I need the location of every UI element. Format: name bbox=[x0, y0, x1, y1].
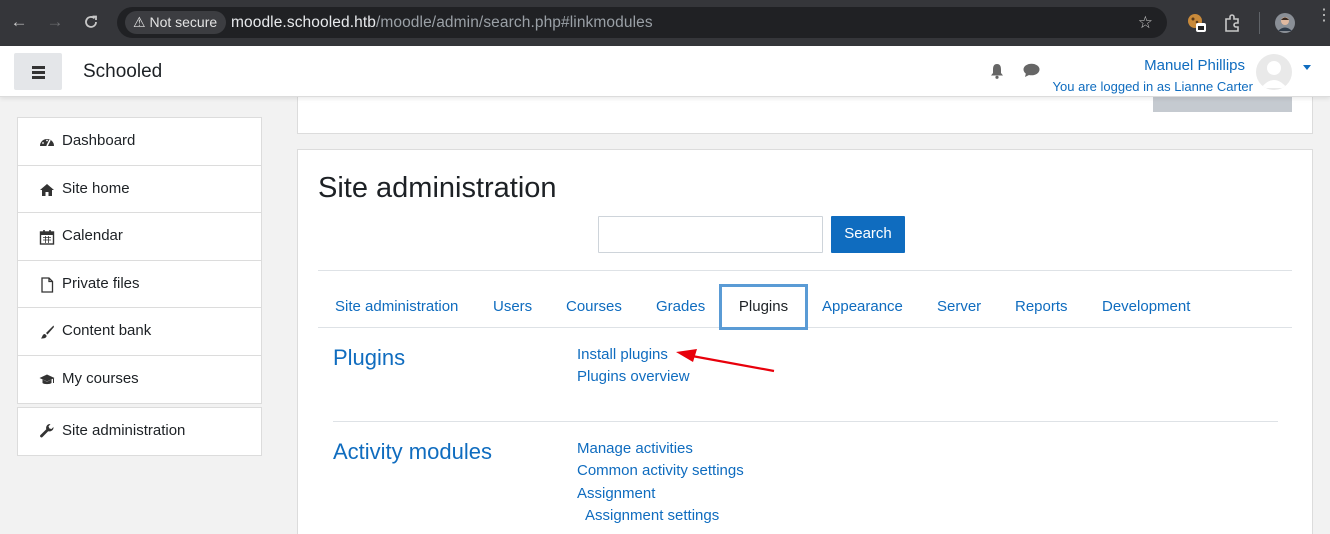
bookmark-star-icon[interactable]: ☆ bbox=[1138, 7, 1153, 38]
tab-plugins[interactable]: Plugins bbox=[719, 284, 808, 330]
toolbar-divider bbox=[1259, 12, 1260, 34]
tab-reports[interactable]: Reports bbox=[1015, 298, 1068, 315]
forward-icon[interactable]: → bbox=[44, 11, 66, 33]
tab-development[interactable]: Development bbox=[1102, 298, 1190, 315]
sidebar-item-calendar[interactable]: Calendar bbox=[18, 213, 261, 261]
menu-toggle-button[interactable] bbox=[14, 53, 62, 90]
nav-drawer-admin: Site administration bbox=[17, 407, 262, 456]
search-button[interactable]: Search bbox=[831, 216, 905, 253]
tab-courses[interactable]: Courses bbox=[566, 298, 622, 315]
user-avatar[interactable] bbox=[1256, 54, 1292, 90]
assignment-link[interactable]: Assignment bbox=[577, 485, 655, 502]
user-menu-caret-icon[interactable] bbox=[1303, 65, 1311, 70]
reload-icon[interactable] bbox=[80, 11, 102, 33]
logged-in-as-text[interactable]: You are logged in as Lianne Carter bbox=[1053, 79, 1253, 94]
sidebar-item-dashboard[interactable]: Dashboard bbox=[18, 118, 261, 166]
site-header: Schooled Manuel Phillips You are logged … bbox=[0, 46, 1330, 97]
section-title-activity-modules[interactable]: Activity modules bbox=[333, 439, 492, 465]
warning-icon: ⚠ bbox=[133, 14, 146, 30]
tab-site-administration[interactable]: Site administration bbox=[335, 298, 458, 315]
admin-search-input[interactable] bbox=[598, 216, 823, 253]
dashboard-icon bbox=[40, 139, 54, 147]
admin-card bbox=[297, 149, 1313, 534]
profile-avatar-icon[interactable] bbox=[1274, 12, 1296, 34]
common-activity-settings-link[interactable]: Common activity settings bbox=[577, 462, 744, 479]
file-icon bbox=[41, 276, 54, 293]
sidebar-item-label: Site administration bbox=[62, 422, 186, 439]
divider bbox=[333, 421, 1278, 422]
wrench-icon bbox=[40, 423, 54, 438]
bell-icon[interactable] bbox=[990, 63, 1004, 79]
security-indicator[interactable]: ⚠ Not secure bbox=[125, 11, 227, 34]
tab-server[interactable]: Server bbox=[937, 298, 981, 315]
sidebar-item-my-courses[interactable]: My courses bbox=[18, 356, 261, 404]
nav-drawer: Dashboard Site home Calendar Private fil… bbox=[17, 117, 262, 404]
plugins-overview-link[interactable]: Plugins overview bbox=[577, 368, 690, 385]
sidebar-item-site-administration[interactable]: Site administration bbox=[18, 408, 261, 455]
hamburger-icon-bar bbox=[32, 76, 45, 79]
divider bbox=[318, 270, 1292, 271]
tab-users[interactable]: Users bbox=[493, 298, 532, 315]
extensions-puzzle-icon[interactable] bbox=[1222, 12, 1244, 34]
calendar-icon bbox=[39, 230, 55, 245]
sidebar-item-label: Dashboard bbox=[62, 132, 136, 149]
hamburger-icon bbox=[32, 66, 45, 69]
section-title-plugins[interactable]: Plugins bbox=[333, 345, 405, 371]
manage-activities-link[interactable]: Manage activities bbox=[577, 440, 693, 457]
tab-appearance[interactable]: Appearance bbox=[822, 298, 903, 315]
url-text[interactable]: moodle.schooled.htb/moodle/admin/search.… bbox=[231, 7, 653, 38]
home-icon bbox=[40, 183, 54, 196]
graduation-cap-icon bbox=[39, 374, 55, 384]
install-plugins-link[interactable]: Install plugins bbox=[577, 346, 668, 363]
sidebar-item-label: Site home bbox=[62, 179, 130, 197]
sidebar-item-content-bank[interactable]: Content bank bbox=[18, 308, 261, 356]
assignment-settings-link[interactable]: Assignment settings bbox=[585, 507, 719, 524]
address-bar[interactable]: ⚠ Not secure moodle.schooled.htb/moodle/… bbox=[117, 7, 1167, 38]
sidebar-item-label: Private files bbox=[62, 274, 140, 292]
back-icon[interactable]: ← bbox=[8, 11, 30, 33]
hamburger-icon-bar bbox=[32, 71, 45, 74]
page-title: Site administration bbox=[318, 172, 557, 204]
chat-icon[interactable] bbox=[1023, 63, 1040, 78]
paintbrush-icon bbox=[41, 325, 54, 339]
sidebar-item-label: Calendar bbox=[62, 227, 123, 244]
sidebar-item-private-files[interactable]: Private files bbox=[18, 261, 261, 308]
cookie-extension-icon[interactable] bbox=[1186, 12, 1208, 34]
sidebar-item-label: My courses bbox=[62, 369, 139, 387]
sidebar-item-label: Content bank bbox=[62, 322, 152, 339]
browser-menu-icon[interactable]: ⋮ bbox=[1316, 8, 1330, 24]
browser-toolbar: ← → ⚠ Not secure moodle.schooled.htb/moo… bbox=[0, 0, 1330, 46]
tab-grades[interactable]: Grades bbox=[656, 298, 705, 315]
sidebar-item-site-home[interactable]: Site home bbox=[18, 166, 261, 213]
site-brand[interactable]: Schooled bbox=[83, 61, 162, 83]
blocks-editing-button[interactable] bbox=[1153, 97, 1292, 112]
user-name[interactable]: Manuel Phillips bbox=[1144, 57, 1245, 74]
